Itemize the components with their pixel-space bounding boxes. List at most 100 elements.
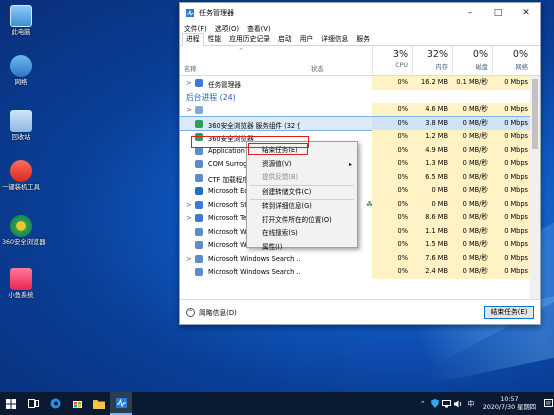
tab-3[interactable]: 启动 bbox=[274, 33, 296, 45]
expand-chevron-icon[interactable]: > bbox=[186, 79, 192, 87]
memory-label: 内存 bbox=[435, 64, 448, 71]
browser-360-icon bbox=[10, 215, 32, 237]
context-menu-item[interactable]: 资源值(V) ▸ bbox=[247, 158, 357, 172]
show-hidden-icons-button[interactable]: ⌃ bbox=[417, 392, 429, 415]
taskbar-edge[interactable] bbox=[44, 392, 66, 415]
expand-chevron-icon[interactable]: > bbox=[186, 201, 192, 209]
table-row[interactable]: 360安全浏览器 服务组件 (32 位) 0% 3.8 MB 0 MB/秒 0 Mbps bbox=[180, 115, 532, 131]
column-name[interactable]: 名称 bbox=[184, 64, 197, 73]
cpu-label: CPU bbox=[395, 62, 408, 69]
task-view-button[interactable] bbox=[22, 392, 44, 415]
cell-cpu: 0% bbox=[372, 116, 412, 130]
desktop-icon[interactable]: 此电脑 bbox=[2, 5, 40, 37]
close-button[interactable]: ✕ bbox=[512, 3, 540, 22]
process-icon bbox=[195, 214, 203, 222]
cell-mem: 3.8 MB bbox=[412, 116, 452, 130]
table-row[interactable]: Microsoft Windows Search ... 0% 2.4 MB 0 MB… bbox=[180, 265, 532, 279]
menu-options[interactable]: 选项(O) bbox=[215, 23, 239, 33]
process-icon bbox=[195, 200, 203, 209]
desktop-icon[interactable]: 一键装机工具 bbox=[2, 160, 40, 192]
cell-mem: 0 MB bbox=[412, 197, 452, 211]
fewer-details-link[interactable]: ⌃ 简略信息(D) bbox=[186, 307, 237, 317]
column-status[interactable]: 状态 bbox=[311, 64, 324, 73]
desktop-icon[interactable]: 小鱼系统 bbox=[2, 268, 40, 300]
shield-icon[interactable] bbox=[429, 392, 441, 415]
column-cpu[interactable]: 3% CPU bbox=[372, 46, 412, 76]
expand-chevron-icon[interactable]: > bbox=[186, 255, 192, 263]
cell-cpu: 0% bbox=[372, 76, 412, 90]
context-menu-item[interactable]: 转到详细信息(G) bbox=[247, 200, 357, 214]
table-row[interactable]: > 任务管理器 0% 16.2 MB 0.1 MB/秒 0 Mbps bbox=[180, 76, 532, 90]
column-header: ⌃ 名称 状态 3% CPU 32% 内存 0% 磁盘 0% 网络 bbox=[180, 46, 540, 76]
folder-icon bbox=[93, 399, 105, 409]
column-network[interactable]: 0% 网络 bbox=[492, 46, 532, 76]
cell-disk: 0 MB/秒 bbox=[452, 238, 492, 252]
cell-mem: 1.1 MB bbox=[412, 224, 452, 238]
volume-icon[interactable] bbox=[453, 392, 465, 415]
cell-cpu: 0% bbox=[372, 251, 412, 265]
cell-disk: 0 MB/秒 bbox=[452, 265, 492, 279]
footer-bar: ⌃ 简略信息(D) 结束任务(E) bbox=[180, 299, 540, 324]
clock[interactable]: 10:57 2020/7/30 星期四 bbox=[477, 396, 542, 412]
scrollbar-thumb[interactable] bbox=[532, 79, 538, 149]
title-bar[interactable]: 任务管理器 – □ ✕ bbox=[180, 3, 540, 22]
taskbar-store[interactable] bbox=[66, 392, 88, 415]
maximize-button[interactable]: □ bbox=[484, 3, 512, 22]
expand-chevron-icon[interactable]: > bbox=[186, 214, 192, 222]
context-menu-item[interactable]: 在线搜索(S) bbox=[247, 227, 357, 241]
desktop-icon[interactable]: 网络 bbox=[2, 55, 40, 87]
cell-cpu: 0% bbox=[372, 238, 412, 252]
context-menu-item[interactable]: 打开文件所在的位置(O) bbox=[247, 214, 357, 228]
vertical-scrollbar[interactable] bbox=[530, 76, 540, 299]
menu-view[interactable]: 查看(V) bbox=[247, 23, 271, 33]
context-menu-label: 属性(I) bbox=[262, 242, 283, 251]
cell-disk: 0 MB/秒 bbox=[452, 130, 492, 144]
process-icon bbox=[195, 79, 203, 87]
context-menu-item[interactable]: 创建转储文件(C) bbox=[247, 186, 357, 200]
cell-net: 0 Mbps bbox=[492, 76, 532, 90]
cell-net: 0 Mbps bbox=[492, 265, 532, 279]
desktop-icon[interactable]: 360安全浏览器 bbox=[2, 215, 46, 247]
network-tray-icon[interactable] bbox=[441, 392, 453, 415]
process-icon bbox=[195, 119, 203, 128]
tab-2[interactable]: 应用历史记录 bbox=[225, 33, 274, 45]
menu-file[interactable]: 文件(F) bbox=[184, 23, 207, 33]
notifications-icon[interactable] bbox=[542, 392, 554, 415]
desktop-icon-label: 360安全浏览器 bbox=[2, 239, 46, 246]
group-header[interactable]: 后台进程 (24) bbox=[180, 90, 532, 104]
cell-mem: 1.2 MB bbox=[412, 130, 452, 144]
process-name: Microsoft Windows Search ... bbox=[208, 254, 300, 263]
cell-cpu: 0% bbox=[372, 197, 412, 211]
column-disk[interactable]: 0% 磁盘 bbox=[452, 46, 492, 76]
tab-4[interactable]: 用户 bbox=[296, 33, 318, 45]
tab-strip: 进程 性能 应用历史记录 启动 用户 详细信息 服务 bbox=[180, 33, 540, 46]
context-menu-label: 提供反馈(B) bbox=[262, 173, 299, 181]
cpu-total: 3% bbox=[392, 49, 408, 60]
desktop-icon[interactable]: 回收站 bbox=[2, 110, 40, 142]
context-menu: 结束任务(E) 资源值(V) ▸ 提供反馈(B) 创建转储文件(C) 转到详细信息(G) 打… bbox=[246, 141, 358, 251]
taskbar: ⌃ 中 10:57 2020/7/30 星期四 bbox=[0, 392, 554, 415]
input-language-indicator[interactable]: 中 bbox=[465, 392, 477, 415]
taskbar-file-explorer[interactable] bbox=[88, 392, 110, 415]
tab-5[interactable]: 详细信息 bbox=[317, 33, 352, 45]
cell-mem: 4.9 MB bbox=[412, 143, 452, 157]
process-icon bbox=[195, 173, 203, 182]
expand-chevron-icon[interactable]: > bbox=[186, 106, 192, 114]
tab-1[interactable]: 性能 bbox=[204, 33, 226, 45]
taskbar-task-manager[interactable] bbox=[110, 392, 132, 415]
table-row[interactable]: >0% 4.6 MB 0 MB/秒 0 Mbps bbox=[180, 103, 532, 117]
process-icon bbox=[195, 187, 203, 195]
context-menu-label: 在线搜索(S) bbox=[262, 229, 298, 237]
network-label: 网络 bbox=[515, 64, 528, 71]
minimize-button[interactable]: – bbox=[456, 3, 484, 22]
start-button[interactable] bbox=[0, 392, 22, 415]
tab-6[interactable]: 服务 bbox=[352, 33, 374, 45]
context-menu-label: 打开文件所在的位置(O) bbox=[262, 215, 332, 224]
column-memory[interactable]: 32% 内存 bbox=[412, 46, 452, 76]
context-menu-item[interactable]: 属性(I) bbox=[247, 241, 357, 255]
process-icon bbox=[195, 268, 203, 276]
tab-0[interactable]: 进程 bbox=[182, 33, 204, 46]
edge-icon bbox=[50, 398, 60, 409]
task-manager-icon bbox=[115, 397, 127, 408]
end-task-button[interactable]: 结束任务(E) bbox=[484, 305, 534, 319]
